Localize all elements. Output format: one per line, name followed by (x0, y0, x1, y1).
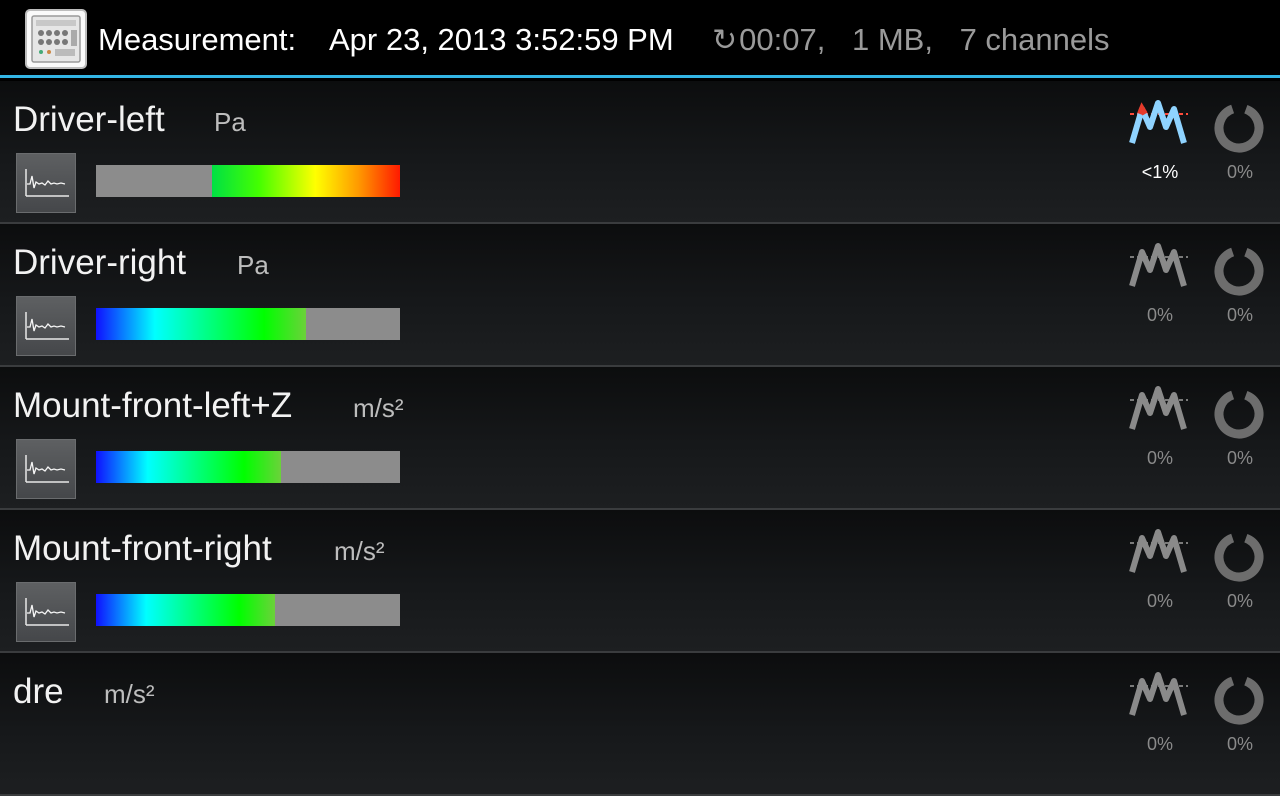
channel-row[interactable]: Driver-left Pa <1% 0% (0, 81, 1280, 224)
channel-unit: m/s² (104, 679, 155, 709)
channel-name: Mount-front-right (13, 529, 272, 568)
overload-percentage: 0% (1146, 448, 1173, 468)
header-bar: Measurement: Apr 23, 2013 3:52:59 PM ↻00… (0, 0, 1280, 78)
channel-list[interactable]: Driver-left Pa <1% 0% Driver-right Pa 0% 0% Moun… (0, 81, 1280, 796)
elapsed-time: 00:07, (739, 22, 826, 57)
measurement-stats: ↻00:07, 1 MB, 7 channels (712, 20, 1110, 61)
channel-row[interactable]: Mount-front-left+Z m/s² 0% 0% (0, 367, 1280, 510)
data-recorder-device-icon[interactable] (25, 9, 87, 69)
measurement-datetime: Apr 23, 2013 3:52:59 PM (329, 22, 674, 57)
channel-count: 7 channels (959, 22, 1110, 57)
refresh-icon: ↻ (712, 24, 738, 57)
time-signal-plot-button[interactable] (16, 296, 76, 356)
ring-percentage: 0% (1226, 734, 1253, 754)
channel-name: dre (13, 672, 64, 711)
level-meter (96, 308, 400, 340)
time-signal-plot-button[interactable] (16, 582, 76, 642)
overload-icon (1128, 97, 1190, 154)
level-meter-fill (96, 594, 276, 626)
channel-name: Mount-front-left+Z (13, 386, 293, 425)
channel-name: Driver-right (13, 243, 187, 282)
channel-unit: m/s² (334, 536, 385, 566)
overload-icon (1128, 240, 1190, 297)
channel-row[interactable]: Driver-right Pa 0% 0% (0, 224, 1280, 367)
level-meter-fill (211, 165, 400, 197)
overload-percentage: 0% (1146, 734, 1173, 754)
overload-percentage: 0% (1146, 591, 1173, 611)
level-meter (96, 451, 400, 483)
channel-name: Driver-left (13, 100, 165, 139)
channel-unit: Pa (237, 250, 269, 280)
ring-progress-icon (1212, 101, 1266, 160)
ring-percentage: 0% (1226, 448, 1253, 468)
level-meter-fill (96, 308, 306, 340)
channel-unit: m/s² (353, 393, 404, 423)
file-size: 1 MB, (851, 22, 933, 57)
time-signal-plot-button[interactable] (16, 153, 76, 213)
overload-icon (1128, 526, 1190, 583)
ring-percentage: 0% (1226, 162, 1253, 182)
level-meter (96, 594, 400, 626)
ring-percentage: 0% (1226, 591, 1253, 611)
ring-progress-icon (1212, 387, 1266, 446)
time-signal-plot-button[interactable] (16, 439, 76, 499)
ring-percentage: 0% (1226, 305, 1253, 325)
channel-unit: Pa (214, 107, 246, 137)
ring-progress-icon (1212, 244, 1266, 303)
overload-percentage: <1% (1141, 162, 1179, 182)
ring-progress-icon (1212, 530, 1266, 589)
channel-row[interactable]: Mount-front-right m/s² 0% 0% (0, 510, 1280, 653)
level-meter-fill (96, 451, 282, 483)
channel-row[interactable]: dre m/s² 0% 0% (0, 653, 1280, 796)
measurement-label: Measurement: (98, 22, 297, 57)
overload-percentage: 0% (1146, 305, 1173, 325)
overload-icon (1128, 383, 1190, 440)
ring-progress-icon (1212, 673, 1266, 732)
overload-icon (1128, 669, 1190, 726)
level-meter (96, 165, 400, 197)
